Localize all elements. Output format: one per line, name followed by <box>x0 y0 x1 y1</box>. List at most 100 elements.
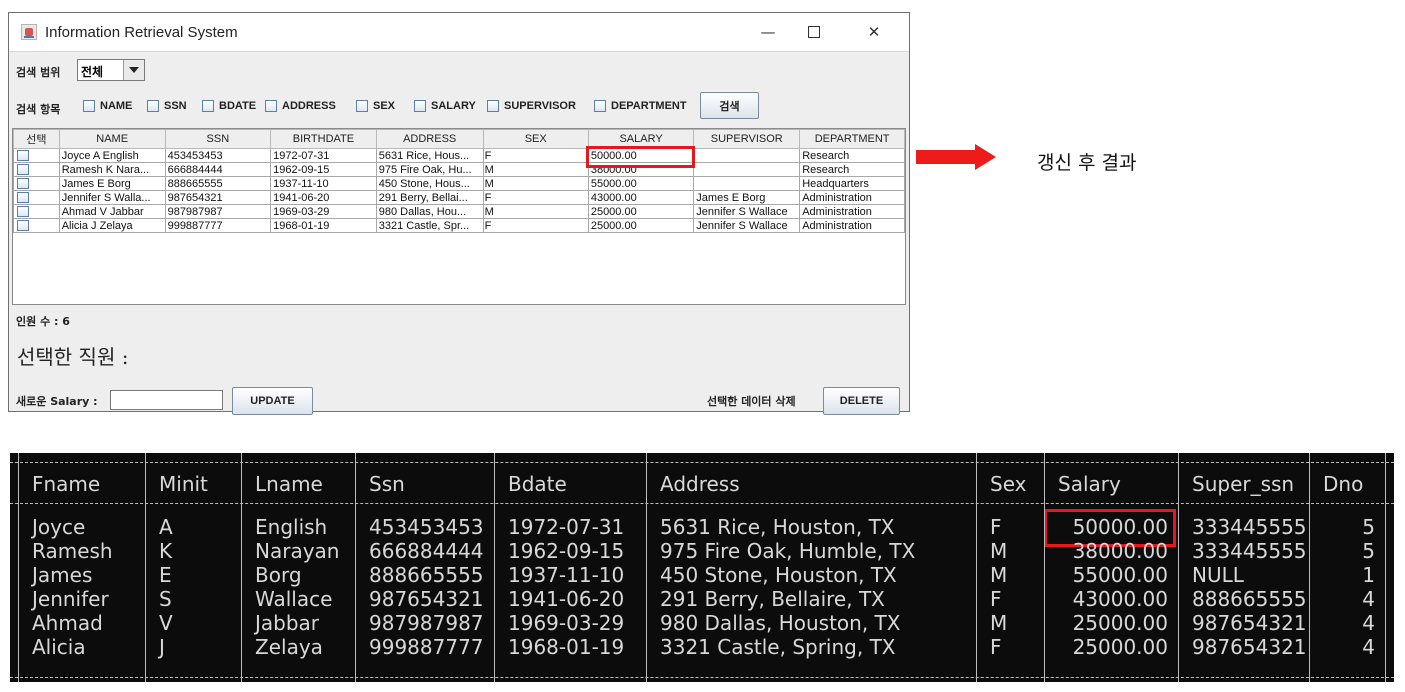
dropdown-arrow-button[interactable] <box>123 60 144 80</box>
console-cell: M <box>990 563 1008 587</box>
console-cell: E <box>159 563 172 587</box>
checkbox-box[interactable] <box>265 100 277 112</box>
console-cell: 975 Fire Oak, Humble, TX <box>660 539 916 563</box>
row-select-cell[interactable] <box>13 204 60 219</box>
console-cell: James <box>32 563 93 587</box>
salary-highlight-box <box>586 146 695 168</box>
console-cell: 43000.00 <box>1072 587 1168 611</box>
console-border-line <box>10 677 1394 678</box>
table-row[interactable]: Alicia J Zelaya 999887777 1968-01-19 3321 C… <box>13 218 905 233</box>
console-cell: K <box>159 539 173 563</box>
checkbox-box[interactable] <box>594 100 606 112</box>
checkbox-box[interactable] <box>487 100 499 112</box>
console-cell: 999887777 <box>369 635 484 659</box>
update-button[interactable]: UPDATE <box>232 387 313 415</box>
table-row[interactable]: Ramesh K Nara... 666884444 1962-09-15 975 F… <box>13 162 905 177</box>
table-cell: 1972-07-31 <box>270 148 377 163</box>
console-cell: English <box>255 515 328 539</box>
new-salary-label: 새로운 Salary : <box>16 395 98 408</box>
console-header-cell: Sex <box>990 472 1027 496</box>
column-header[interactable]: SUPERVISOR <box>693 129 801 149</box>
console-cell: 3321 Castle, Spring, TX <box>660 635 896 659</box>
console-column-separator <box>145 453 146 682</box>
column-header[interactable]: BIRTHDATE <box>270 129 377 149</box>
search-button[interactable]: 검색 <box>700 92 759 119</box>
console-header-cell: Super_ssn <box>1192 472 1295 496</box>
row-select-cell[interactable] <box>13 218 60 233</box>
checkbox-0[interactable]: NAME <box>83 100 132 112</box>
console-column-separator <box>646 453 647 682</box>
scope-combobox[interactable]: 전체 <box>77 59 145 81</box>
row-select-cell[interactable] <box>13 162 60 177</box>
employee-table: 선택 NAME SSN BIRTHDATE ADDRESS SEX SALARY SUPERV… <box>12 128 906 305</box>
checkbox-box[interactable] <box>147 100 159 112</box>
column-header[interactable]: 선택 <box>13 129 60 149</box>
console-cell: 666884444 <box>369 539 484 563</box>
selected-employee-label: 선택한 직원 : <box>17 345 129 369</box>
row-select-cell[interactable] <box>13 148 60 163</box>
maximize-button[interactable] <box>791 13 837 51</box>
console-cell: 987654321 <box>369 587 484 611</box>
table-cell: 1937-11-10 <box>270 176 377 191</box>
row-select-cell[interactable] <box>13 176 60 191</box>
column-header[interactable]: SSN <box>164 129 272 149</box>
checkbox-7[interactable]: DEPARTMENT <box>594 100 687 112</box>
checkbox-4[interactable]: SEX <box>356 100 395 112</box>
table-row[interactable]: Jennifer S Walla... 987654321 1941-06-20 29… <box>13 190 905 205</box>
new-salary-input[interactable] <box>110 390 223 410</box>
row-select-checkbox[interactable] <box>17 150 29 161</box>
row-select-checkbox[interactable] <box>17 164 29 175</box>
row-select-checkbox[interactable] <box>17 192 29 203</box>
table-cell: Jennifer S Wallace <box>693 204 801 219</box>
row-select-cell[interactable] <box>13 190 60 205</box>
checkbox-6[interactable]: SUPERVISOR <box>487 100 576 112</box>
checkbox-2[interactable]: BDATE <box>202 100 256 112</box>
column-header[interactable]: NAME <box>58 129 166 149</box>
console-cell: 5631 Rice, Houston, TX <box>660 515 895 539</box>
checkbox-5[interactable]: SALARY <box>414 100 476 112</box>
console-column-separator <box>1044 453 1045 682</box>
console-cell: 987654321 <box>1192 635 1307 659</box>
checkbox-label: BDATE <box>219 100 257 112</box>
row-select-checkbox[interactable] <box>17 206 29 217</box>
column-header[interactable]: DEPARTMENT <box>799 129 905 149</box>
java-app-icon <box>21 24 37 40</box>
checkbox-box[interactable] <box>202 100 214 112</box>
table-cell: Research <box>799 162 905 177</box>
table-cell: Joyce A English <box>58 148 166 163</box>
employee-grid: 선택 NAME SSN BIRTHDATE ADDRESS SEX SALARY SUPERV… <box>13 129 905 233</box>
row-select-checkbox[interactable] <box>17 178 29 189</box>
checkbox-label: DEPARTMENT <box>611 100 687 112</box>
table-body: Joyce A English 453453453 1972-07-31 5631 R… <box>13 148 905 233</box>
checkbox-box[interactable] <box>356 100 368 112</box>
checkbox-box[interactable] <box>83 100 95 112</box>
console-cell: 1972-07-31 <box>508 515 625 539</box>
table-row[interactable]: Joyce A English 453453453 1972-07-31 5631 R… <box>13 148 905 163</box>
table-cell: 25000.00 <box>587 204 695 219</box>
table-cell: F <box>482 218 589 233</box>
row-select-checkbox[interactable] <box>17 220 29 231</box>
checkbox-label: ADDRESS <box>282 100 336 112</box>
table-row[interactable]: Ahmad V Jabbar 987987987 1969-03-29 980 Dal… <box>13 204 905 219</box>
column-header[interactable]: ADDRESS <box>375 129 484 149</box>
console-cell: 1962-09-15 <box>508 539 625 563</box>
close-button[interactable]: ✕ <box>851 13 897 51</box>
console-column-separator <box>1385 453 1386 682</box>
checkbox-box[interactable] <box>414 100 426 112</box>
app-window: Information Retrieval System — ✕ 검색 범위 전… <box>8 12 910 415</box>
console-cell: Jabbar <box>255 611 320 635</box>
table-cell: 987987987 <box>164 204 272 219</box>
console-cell: 1941-06-20 <box>508 587 625 611</box>
column-header[interactable]: SEX <box>482 129 589 149</box>
console-cell: Wallace <box>255 587 333 611</box>
minimize-button[interactable]: — <box>745 13 791 51</box>
table-row[interactable]: James E Borg 888665555 1937-11-10 450 Stone… <box>13 176 905 191</box>
checkbox-label: SSN <box>164 100 187 112</box>
table-cell: Administration <box>799 218 905 233</box>
fields-label: 검색 항목 <box>16 103 61 116</box>
table-cell: F <box>482 190 589 205</box>
checkbox-1[interactable]: SSN <box>147 100 187 112</box>
checkbox-3[interactable]: ADDRESS <box>265 100 336 112</box>
delete-button[interactable]: DELETE <box>823 387 900 415</box>
table-cell: 291 Berry, Bellai... <box>375 190 484 205</box>
